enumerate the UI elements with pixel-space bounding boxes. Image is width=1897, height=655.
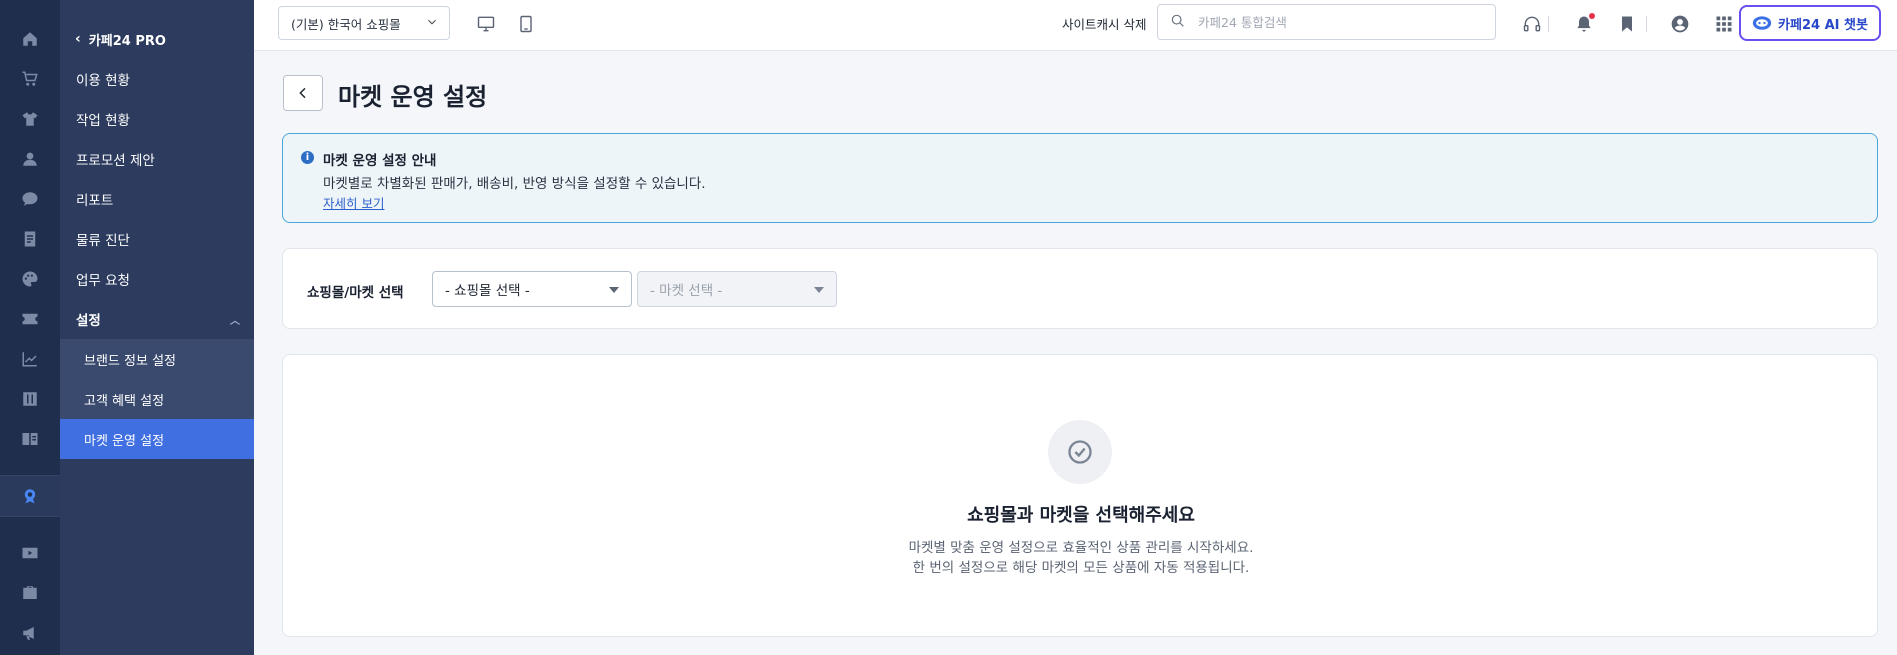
app-grid-icon[interactable] [1712,12,1736,36]
award-icon[interactable] [0,476,60,516]
top-bar: (기본) 한국어 쇼핑몰 사이트캐시 삭제 카페24 AI 챗봇 [254,0,1897,51]
chat-icon[interactable] [17,186,43,212]
search-icon [1170,13,1186,33]
sidebar-item-work[interactable]: 작업 현황 [60,99,254,139]
columns-icon[interactable] [17,386,43,412]
sidebar-item-label: 업무 요청 [76,273,130,289]
main-content: 마켓 운영 설정 i 마켓 운영 설정 안내 마켓별로 차별화된 판매가, 배송… [254,51,1897,655]
sidebar-item-usage[interactable]: 이용 현황 [60,59,254,99]
sidebar-item-label: 작업 현황 [76,113,130,129]
caret-down-icon [814,287,824,293]
shirt-icon[interactable] [17,106,43,132]
shop-select[interactable]: - 쇼핑몰 선택 - [432,271,632,307]
info-notice: i 마켓 운영 설정 안내 마켓별로 차별화된 판매가, 배송비, 반영 방식을… [282,133,1878,223]
sidebar-group-settings[interactable]: 설정 ︿ [60,299,254,339]
icon-rail [0,0,60,655]
palette-icon[interactable] [17,266,43,292]
empty-state-desc-2: 한 번의 설정으로 해당 마켓의 모든 상품에 자동 적용됩니다. [912,560,1250,576]
notification-dot [1589,13,1595,19]
desktop-icon[interactable] [474,12,498,36]
mobile-icon[interactable] [514,12,538,36]
shop-language-select[interactable]: (기본) 한국어 쇼핑몰 [278,6,450,40]
bell-icon[interactable] [1572,12,1596,36]
board-icon[interactable] [17,226,43,252]
chevron-up-icon: ︿ [230,315,240,327]
sub-sidebar: ‹ 카페24 PRO 이용 현황 작업 현황 프로모션 제안 리포트 물류 진단… [60,0,254,655]
briefcase-icon[interactable] [17,580,43,606]
sidebar-item-label: 이용 현황 [76,73,130,89]
chevron-left-icon: ‹ [75,31,81,47]
sidebar-item-label: 물류 진단 [76,233,130,249]
bookmark-icon[interactable] [1615,12,1639,36]
stats-icon[interactable] [17,346,43,372]
sidebar-item-market-settings[interactable]: 마켓 운영 설정 [60,419,254,459]
sidebar-item-label: 마켓 운영 설정 [84,433,165,449]
empty-state-title: 쇼핑몰과 마켓을 선택해주세요 [967,505,1195,526]
headset-icon[interactable] [1520,12,1544,36]
filter-label: 쇼핑몰/마켓 선택 [307,285,404,301]
info-description: 마켓별로 차별화된 판매가, 배송비, 반영 방식을 설정할 수 있습니다. [323,176,706,192]
ticket-icon[interactable] [17,306,43,332]
back-button[interactable] [283,75,323,111]
store-icon[interactable] [17,426,43,452]
info-title: 마켓 운영 설정 안내 [323,153,437,169]
sidebar-item-logistics[interactable]: 물류 진단 [60,219,254,259]
user-icon[interactable] [17,146,43,172]
search-input[interactable] [1196,13,1480,31]
sidebar-item-label: 리포트 [76,193,114,209]
video-icon[interactable] [17,540,43,566]
shop-select-value: (기본) 한국어 쇼핑몰 [291,16,401,32]
sidebar-item-report[interactable]: 리포트 [60,179,254,219]
empty-state: 쇼핑몰과 마켓을 선택해주세요 마켓별 맞춤 운영 설정으로 효율적인 상품 관… [282,354,1878,637]
filter-card: 쇼핑몰/마켓 선택 - 쇼핑몰 선택 - - 마켓 선택 - [282,248,1878,329]
chatbot-icon [1752,16,1772,30]
empty-state-desc-1: 마켓별 맞춤 운영 설정으로 효율적인 상품 관리를 시작하세요. [908,540,1254,556]
sidebar-item-brand-info[interactable]: 브랜드 정보 설정 [60,339,254,379]
home-icon[interactable] [17,26,43,52]
cart-icon[interactable] [17,66,43,92]
sidebar-item-label: 고객 혜택 설정 [84,393,165,409]
subnav-back-link[interactable]: ‹ 카페24 PRO [75,28,166,50]
caret-down-icon [609,287,619,293]
chevron-left-icon [299,87,306,99]
sidebar-group-label: 설정 [76,313,101,329]
shop-select-value: - 쇼핑몰 선택 - [445,283,530,299]
sidebar-item-customer-benefit[interactable]: 고객 혜택 설정 [60,379,254,419]
megaphone-icon[interactable] [17,620,43,646]
settings-children: 브랜드 정보 설정 고객 혜택 설정 마켓 운영 설정 [60,339,254,459]
info-detail-link[interactable]: 자세히 보기 [323,193,384,212]
topbar-divider [1548,16,1549,32]
ai-chatbot-label: 카페24 AI 챗봇 [1778,17,1868,33]
sidebar-item-label: 브랜드 정보 설정 [84,353,176,369]
market-select-value: - 마켓 선택 - [650,283,723,299]
market-select[interactable]: - 마켓 선택 - [637,271,837,307]
info-icon: i [301,151,314,164]
sidebar-item-request[interactable]: 업무 요청 [60,259,254,299]
sidebar-item-promotion[interactable]: 프로모션 제안 [60,139,254,179]
cache-clear-link[interactable]: 사이트캐시 삭제 [1062,14,1146,33]
page-title: 마켓 운영 설정 [338,83,488,111]
account-icon[interactable] [1668,12,1692,36]
topbar-divider [1646,16,1647,32]
chevron-down-icon [425,15,439,32]
global-search[interactable] [1157,4,1496,40]
subnav-back-label: 카페24 PRO [88,33,166,49]
ai-chatbot-button[interactable]: 카페24 AI 챗봇 [1739,5,1881,41]
sidebar-item-label: 프로모션 제안 [76,153,155,169]
check-circle-icon [1048,420,1112,484]
rail-divider [0,516,60,517]
